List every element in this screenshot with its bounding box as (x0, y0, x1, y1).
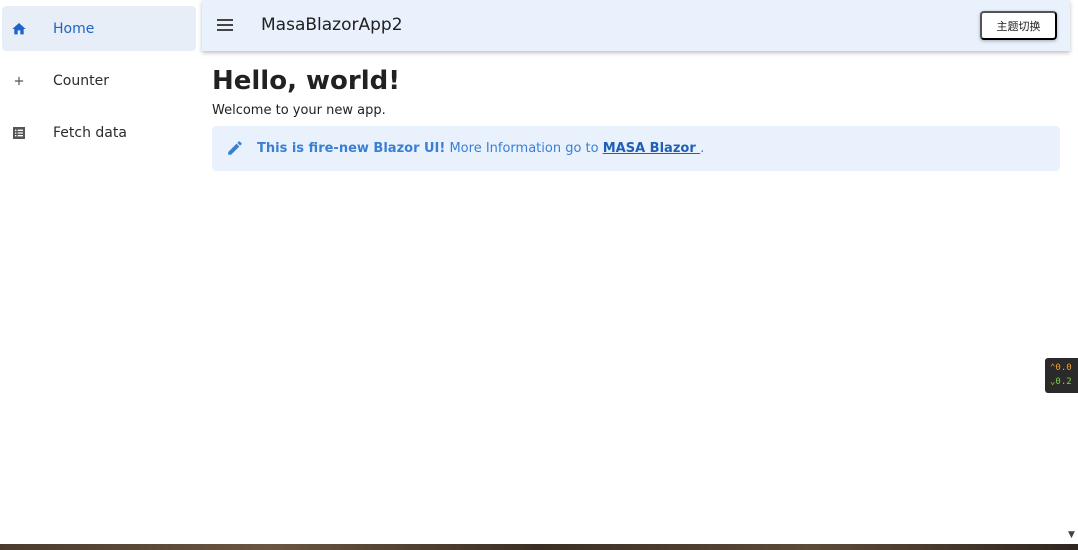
sidebar-item-label: Fetch data (53, 124, 127, 141)
app-bar: MasaBlazorApp2 主题切换 (202, 0, 1070, 51)
page-subtitle: Welcome to your new app. (212, 103, 386, 118)
sidebar-item-fetch-data[interactable]: Fetch data (2, 110, 196, 155)
scroll-down-icon[interactable]: ▼ (1068, 530, 1078, 540)
alert-bold-text: This is fire-new Blazor UI! (257, 141, 446, 156)
taskbar-strip (0, 544, 1078, 550)
sidebar-item-home[interactable]: Home (2, 6, 196, 51)
sidebar-item-label: Counter (53, 72, 109, 89)
masa-blazor-link[interactable]: MASA Blazor (603, 141, 701, 156)
info-alert: This is fire-new Blazor UI! More Informa… (212, 126, 1060, 171)
list-icon (10, 124, 28, 142)
pencil-icon (226, 139, 244, 157)
sidebar: Home Counter Fetch data (0, 0, 200, 544)
plus-icon (10, 72, 28, 90)
menu-icon[interactable] (215, 15, 235, 35)
alert-text: This is fire-new Blazor UI! More Informa… (257, 141, 704, 156)
home-icon (10, 20, 28, 38)
download-speed: ⌄0.2 (1050, 377, 1072, 387)
page-title: Hello, world! (212, 66, 401, 96)
sidebar-item-counter[interactable]: Counter (2, 58, 196, 103)
sidebar-item-label: Home (53, 20, 95, 37)
network-speed-widget[interactable]: ⌃0.0 ⌄0.2 (1045, 358, 1078, 393)
upload-speed: ⌃0.0 (1050, 363, 1072, 373)
alert-suffix: . (700, 141, 705, 156)
main-content: Hello, world! Welcome to your new app. T… (212, 60, 1062, 171)
theme-toggle-button[interactable]: 主题切换 (980, 11, 1057, 40)
alert-body-text: More Information go to (445, 141, 603, 156)
app-title: MasaBlazorApp2 (261, 15, 403, 35)
